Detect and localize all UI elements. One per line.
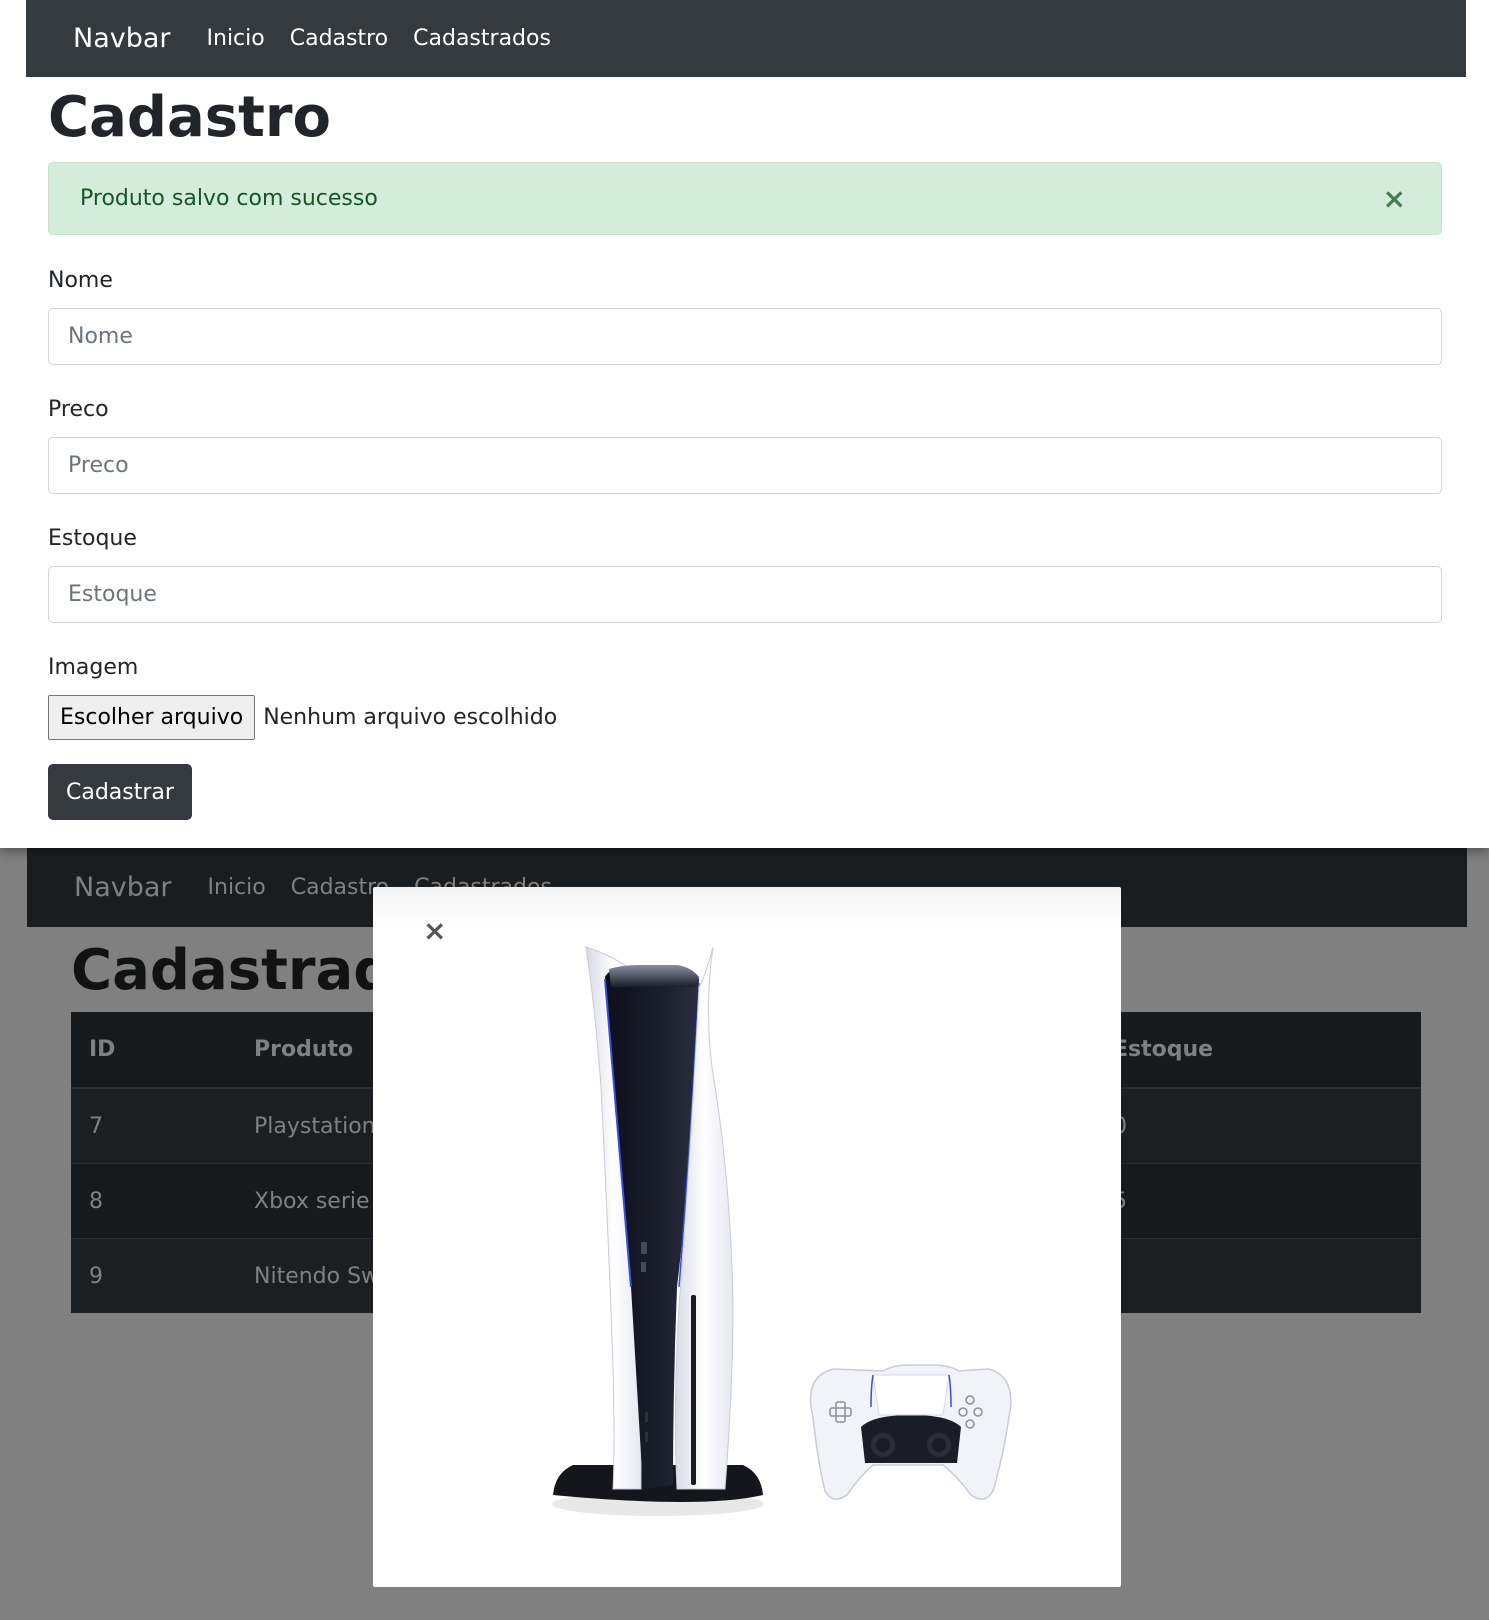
- cell-estoque: 5: [1095, 1163, 1421, 1239]
- header-id: ID: [71, 1012, 236, 1089]
- cadastro-page: Navbar Inicio Cadastro Cadastrados Cadas…: [0, 0, 1489, 848]
- nome-input[interactable]: [48, 308, 1442, 365]
- preco-label: Preco: [48, 397, 109, 422]
- file-status: Nenhum arquivo escolhido: [263, 705, 558, 730]
- nav-link-inicio[interactable]: Inicio: [207, 26, 265, 51]
- close-icon[interactable]: ×: [1383, 185, 1406, 213]
- nav-link-cadastro[interactable]: Cadastro: [290, 26, 388, 51]
- cell-estoque: [1095, 1238, 1421, 1313]
- file-input: Escolher arquivo Nenhum arquivo escolhid…: [48, 695, 557, 740]
- estoque-input[interactable]: [48, 566, 1442, 623]
- cell-id: 7: [71, 1087, 236, 1164]
- cell-id: 8: [71, 1163, 236, 1239]
- alert-message: Produto salvo com sucesso: [80, 186, 378, 211]
- nav-link-cadastrados[interactable]: Cadastrados: [413, 26, 551, 51]
- page-title: Cadastro: [48, 85, 331, 150]
- navbar-brand[interactable]: Navbar: [73, 23, 171, 54]
- cell-id: 9: [71, 1238, 236, 1313]
- imagem-label: Imagem: [48, 655, 139, 680]
- success-alert: Produto salvo com sucesso ×: [48, 162, 1442, 235]
- navbar: Navbar Inicio Cadastro Cadastrados: [26, 0, 1466, 77]
- nome-label: Nome: [48, 268, 113, 293]
- cell-estoque: 0: [1095, 1087, 1421, 1164]
- preco-input[interactable]: [48, 437, 1442, 494]
- image-modal: ×: [373, 887, 1121, 1587]
- navbar-brand[interactable]: Navbar: [74, 872, 172, 903]
- header-estoque: Estoque: [1095, 1012, 1421, 1089]
- cadastrar-button[interactable]: Cadastrar: [48, 764, 192, 820]
- nav-link-inicio[interactable]: Inicio: [208, 875, 266, 900]
- product-image: [552, 946, 1012, 1516]
- choose-file-button[interactable]: Escolher arquivo: [48, 695, 256, 740]
- estoque-label: Estoque: [48, 526, 137, 551]
- close-icon[interactable]: ×: [423, 917, 446, 945]
